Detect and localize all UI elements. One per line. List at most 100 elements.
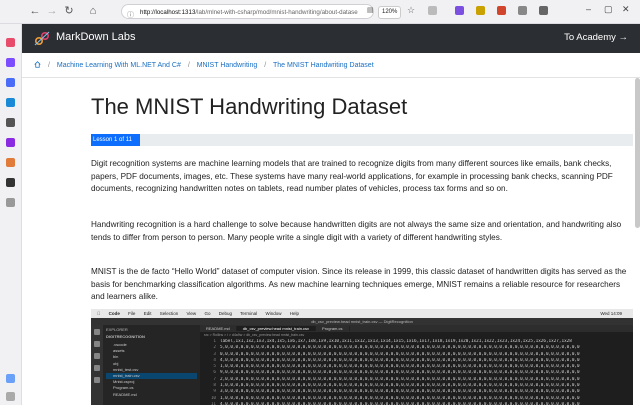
search-icon [94, 341, 100, 347]
menu-item: Debug [214, 311, 232, 316]
extensions-icon [94, 377, 100, 383]
site-header: MarkDown Labs To Academy → [22, 24, 640, 53]
menu-item: Help [285, 311, 299, 316]
zoom-level[interactable]: 120% [378, 6, 402, 19]
content-paragraph: Digit recognition systems are machine le… [91, 159, 613, 193]
extension-icon[interactable] [497, 6, 506, 15]
extension-icon[interactable] [518, 6, 527, 15]
menu-item: Selection [155, 311, 179, 316]
line-text: 4,0,0,0,0,0,0,0,0,0,0,0,0,0,0,0,0,0,0,0,… [220, 357, 580, 363]
close-icon[interactable]: ✕ [622, 4, 630, 15]
line-text: label,1x1,1x2,1x3,1x4,1x5,1x6,1x7,1x8,1x… [220, 339, 572, 344]
editor-tab: Program.cs [316, 326, 350, 331]
minimize-icon[interactable]: – [586, 4, 591, 14]
content-paragraph: Handwriting recognition is a hard challe… [91, 220, 622, 242]
browser-toolbar: ← → ↻ ⌂ ⓘ http://localhost:1313/lab/mlne… [0, 0, 640, 24]
line-text: 0,0,0,0,0,0,0,0,0,0,0,0,0,0,0,0,0,0,0,0,… [220, 351, 580, 357]
menu-item: Terminal [235, 311, 257, 316]
explorer-panel: EXPLORER DIGITRECOGNITION .vscode assets b… [103, 325, 200, 405]
vscode-screenshot-image:  Code File Edit Selection View Go Debug… [91, 309, 633, 405]
line-text: 2,0,0,0,0,0,0,0,0,0,0,0,0,0,0,0,0,0,0,0,… [220, 376, 580, 382]
page-scrollbar-thumb[interactable] [635, 78, 640, 228]
menu-icon[interactable] [539, 6, 548, 15]
sidebar-app-icon[interactable] [6, 98, 15, 107]
extension-icon[interactable] [428, 6, 437, 15]
editor-tab: db_csv_preview.head mnist_train.csv [236, 326, 317, 331]
editor-path: src > Rollins > i > d4a9w > db_csv_previ… [204, 333, 305, 337]
breadcrumb-item[interactable]: Machine Learning With ML.NET And C# [57, 62, 181, 69]
brand-logo-icon[interactable] [34, 31, 50, 46]
brand-name[interactable]: MarkDown Labs [56, 31, 135, 43]
extension-icon[interactable] [476, 6, 485, 15]
activity-bar [91, 325, 103, 405]
url-host: http://localhost:1313 [140, 9, 196, 16]
line-text: 5,0,0,0,0,0,0,0,0,0,0,0,0,0,0,0,0,0,0,0,… [220, 345, 580, 351]
line-text: 9,0,0,0,0,0,0,0,0,0,0,0,0,0,0,0,0,0,0,0,… [220, 370, 580, 376]
editor-tabs: README.md db_csv_preview.head mnist_train… [200, 325, 633, 332]
vscode-window-title: db_csv_preview.head mnist_train.csv — Di… [91, 318, 633, 325]
back-icon[interactable]: ← [28, 4, 42, 18]
home-icon[interactable] [34, 61, 41, 68]
lesson-progress-fill: Lesson 1 of 11 [91, 134, 140, 146]
explorer-file: README.md [113, 391, 137, 397]
to-academy-link[interactable]: To Academy → [564, 32, 628, 43]
debug-icon [94, 365, 100, 371]
content-paragraph: MNIST is the de facto “Hello World” data… [91, 267, 627, 301]
line-text: 1,0,0,0,0,0,0,0,0,0,0,0,0,0,0,0,0,0,0,0,… [220, 383, 580, 389]
source-control-icon [94, 353, 100, 359]
sidebar-app-icon[interactable] [6, 158, 15, 167]
sidebar-settings-icon[interactable] [6, 392, 15, 401]
address-bar[interactable]: ⓘ http://localhost:1313/lab/mlnet-with-c… [121, 4, 374, 19]
line-text: 1,0,0,0,0,0,0,0,0,0,0,0,0,0,0,0,0,0,0,0,… [220, 395, 580, 401]
reader-view-icon[interactable]: ▤ [367, 6, 374, 14]
explorer-file: mnist_test.csv [113, 366, 139, 372]
bookmark-star-icon[interactable]: ☆ [407, 5, 415, 16]
menu-item: View [181, 311, 197, 316]
sidebar-app-icon[interactable] [6, 178, 15, 187]
sidebar-settings-icon[interactable] [6, 374, 15, 383]
reload-icon[interactable]: ↻ [62, 4, 76, 18]
breadcrumb: / Machine Learning With ML.NET And C# / … [34, 61, 374, 69]
url-path: /lab/mlnet-with-csharp/mod/mnist-handwri… [195, 9, 358, 16]
csv-code: 1 label,1x1,1x2,1x3,1x4,1x5,1x6,1x7,1x8,1… [200, 339, 633, 405]
explorer-file: obj [113, 360, 119, 366]
page-title: The MNIST Handwriting Dataset [91, 94, 408, 119]
explorer-file: .vscode [113, 342, 127, 347]
divider [22, 77, 640, 78]
editor-tab: README.md [200, 326, 237, 331]
sidebar-app-icon[interactable] [6, 38, 15, 47]
menu-item: Code [104, 311, 120, 316]
mac-menu-bar:  Code File Edit Selection View Go Debug… [91, 309, 633, 318]
explorer-file: assets [113, 348, 125, 354]
menu-item: Window [260, 311, 281, 316]
sidebar-app-icon[interactable] [6, 118, 15, 127]
page: MarkDown Labs To Academy → / Machine Lea… [22, 24, 640, 405]
explorer-section: DIGITRECOGNITION [106, 334, 145, 339]
explorer-file: Mnist.csproj [113, 379, 135, 385]
sidebar-app-icon[interactable] [6, 198, 15, 207]
maximize-icon[interactable]: ▢ [604, 4, 613, 15]
explorer-file: mnist_train.csv [106, 373, 197, 379]
sidebar-app-icon[interactable] [6, 138, 15, 147]
editor-pane: README.md db_csv_preview.head mnist_train… [200, 325, 633, 405]
forward-icon[interactable]: → [45, 4, 59, 18]
menu-item: Go [199, 311, 210, 316]
menu-item: Edit [139, 311, 152, 316]
menu-item: File [123, 311, 135, 316]
explorer-file: bin [113, 354, 119, 360]
site-info-icon[interactable]: ⓘ [127, 8, 134, 18]
lesson-progress-bar: Lesson 1 of 11 [91, 134, 633, 146]
breadcrumb-item[interactable]: The MNIST Handwriting Dataset [273, 62, 374, 69]
sidebar-app-icon[interactable] [6, 78, 15, 87]
explorer-header: EXPLORER [106, 327, 128, 332]
explorer-file: Program.cs [113, 385, 134, 391]
browser-sidebar [0, 24, 22, 405]
files-icon [94, 329, 100, 335]
extension-icon[interactable] [455, 6, 464, 15]
clock: Wed 14:09 [600, 311, 622, 316]
home-icon[interactable]: ⌂ [86, 4, 100, 18]
line-text: 1,0,0,0,0,0,0,0,0,0,0,0,0,0,0,0,0,0,0,0,… [220, 364, 580, 370]
breadcrumb-item[interactable]: MNIST Handwriting [197, 62, 258, 69]
sidebar-app-icon[interactable] [6, 58, 15, 67]
line-text: 3,0,0,0,0,0,0,0,0,0,0,0,0,0,0,0,0,0,0,0,… [220, 389, 580, 395]
